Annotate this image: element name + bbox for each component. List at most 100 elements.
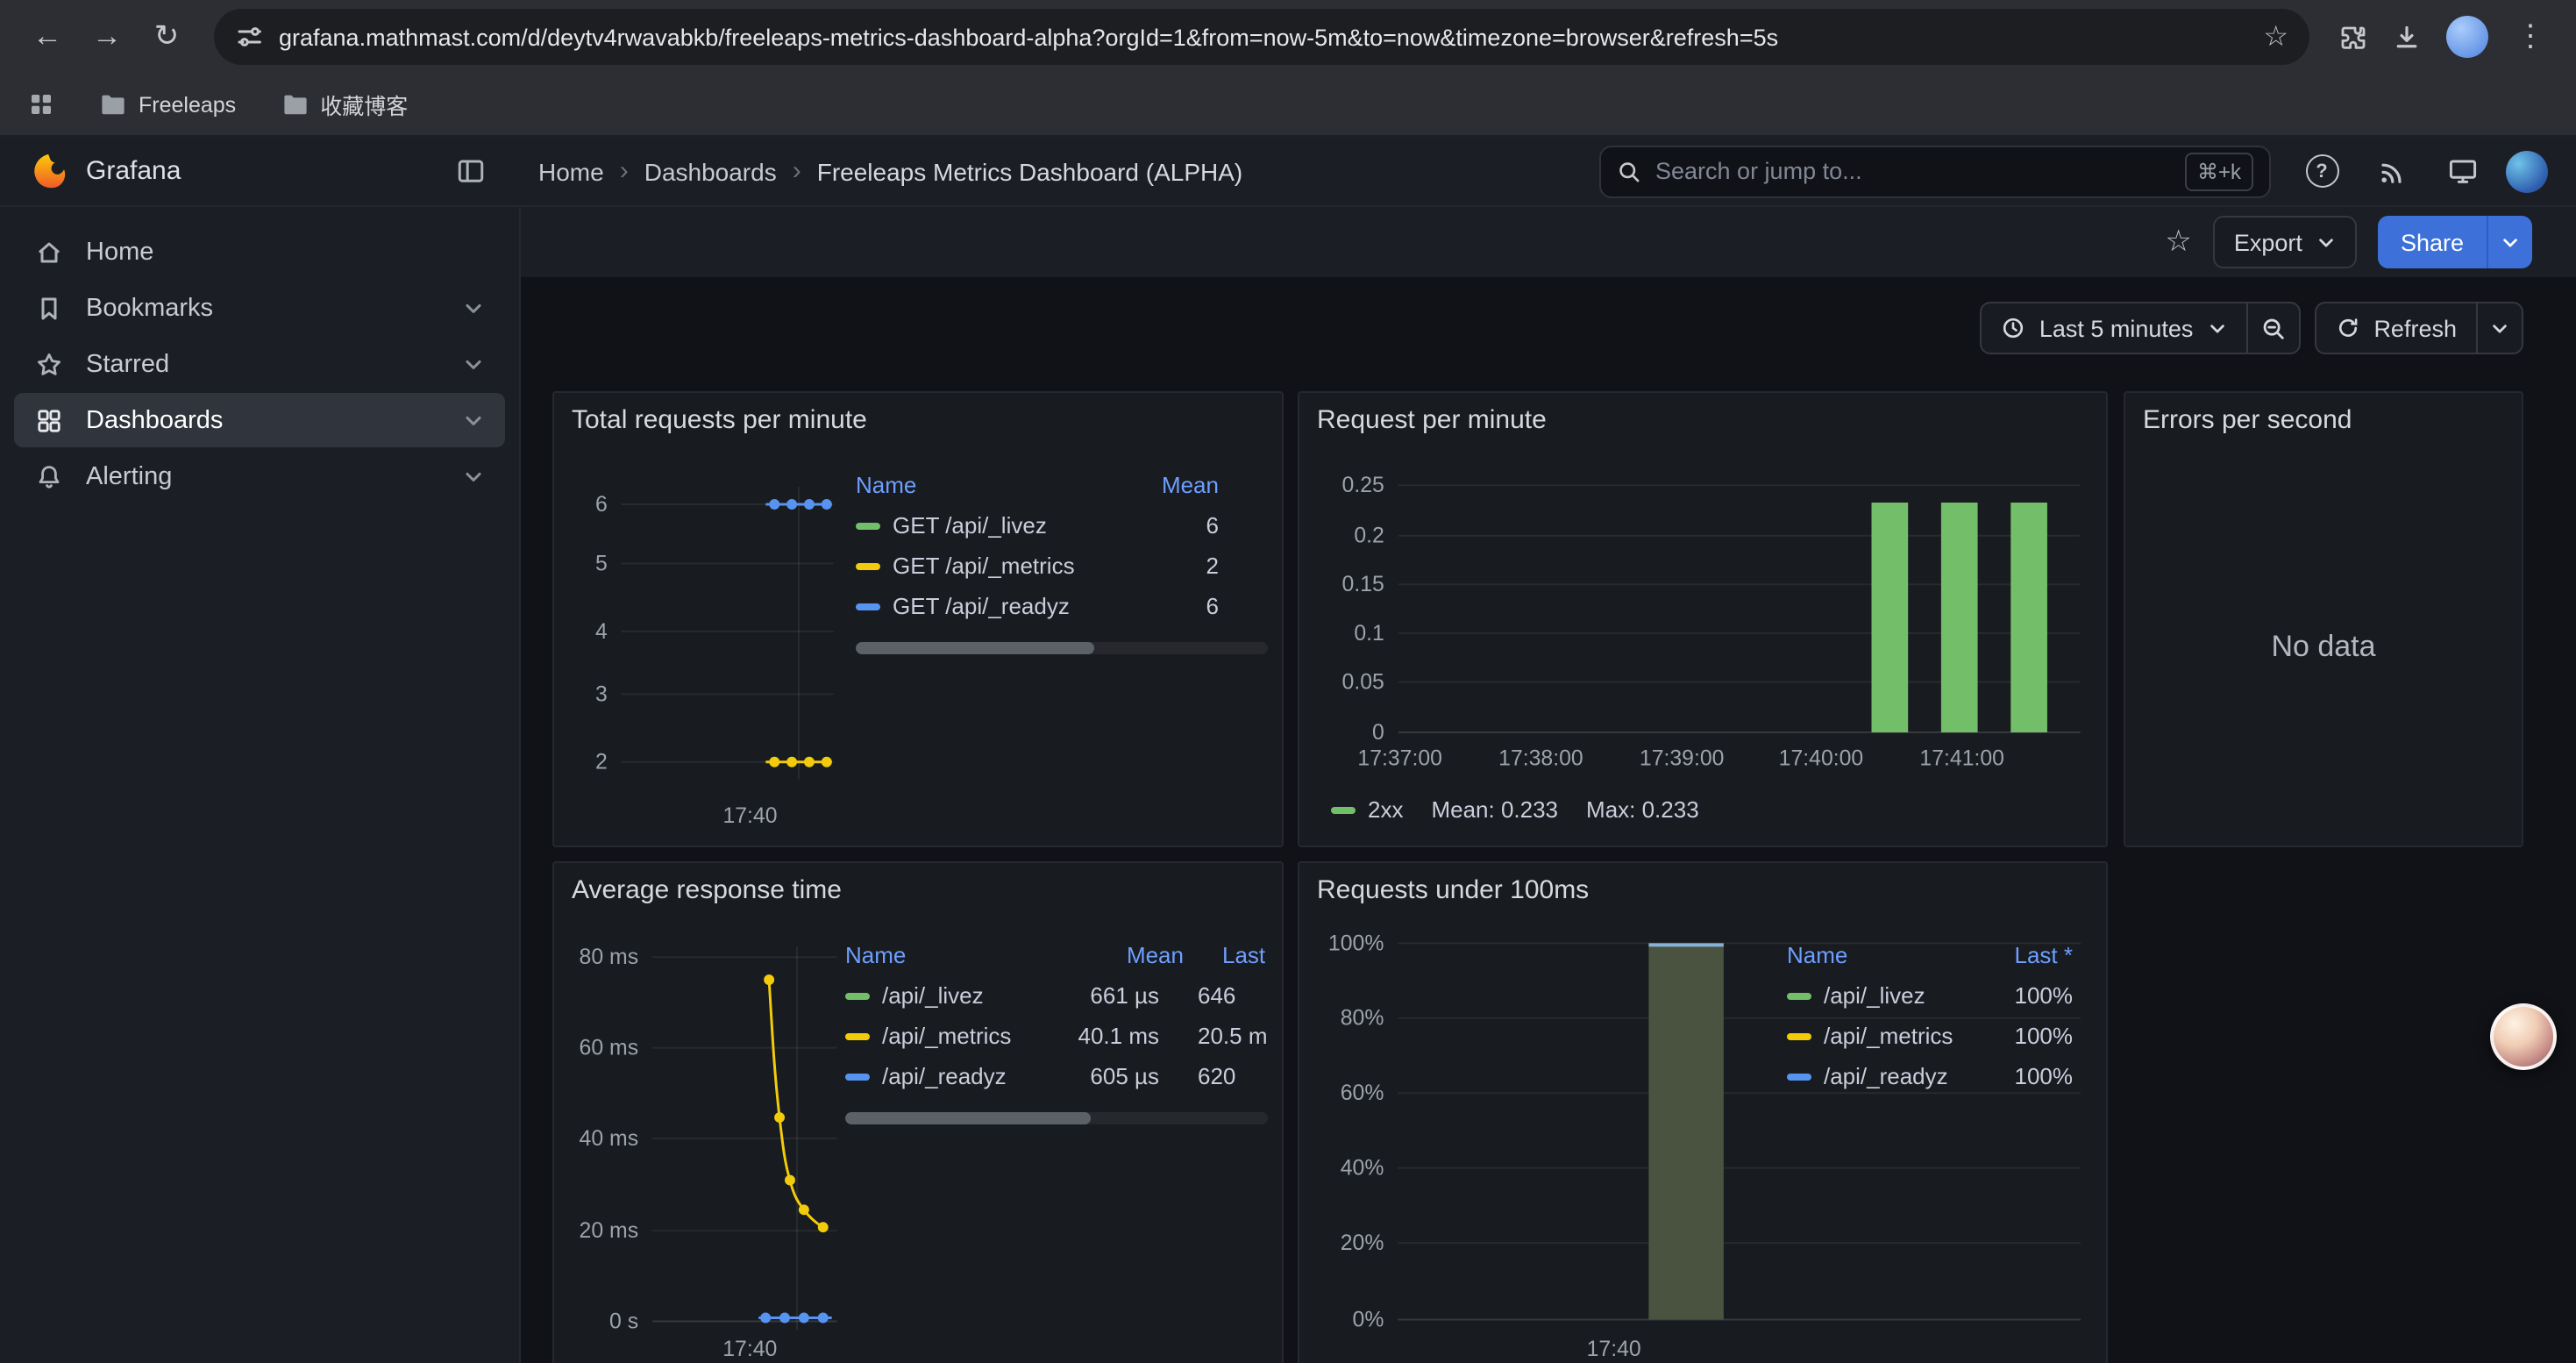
time-range-picker[interactable]: Last 5 minutes xyxy=(1980,302,2248,354)
series-name[interactable]: 2xx xyxy=(1368,796,1403,823)
panel-average-response-time: Average response time 80 ms 60 ms 40 ms … xyxy=(552,861,1284,1363)
legend-header: Name Mean xyxy=(856,463,1268,505)
y-tick-label: 0 s xyxy=(609,1309,638,1333)
reload-button[interactable]: ↻ xyxy=(140,11,193,63)
forward-button[interactable]: → xyxy=(81,11,133,63)
series-name[interactable]: /api/_readyz xyxy=(1824,1063,1996,1089)
series-name[interactable]: GET /api/_metrics xyxy=(893,553,1149,579)
profile-avatar[interactable] xyxy=(2446,16,2488,58)
bookmark-label: Freeleaps xyxy=(139,92,236,117)
y-tick-label: 6 xyxy=(595,493,608,517)
back-button[interactable]: ← xyxy=(21,11,74,63)
legend-col-mean[interactable]: Mean xyxy=(1099,941,1184,967)
sidebar: Home Bookmarks Starred xyxy=(0,207,521,1363)
series-color-dash xyxy=(856,562,880,569)
y-tick-label: 20 ms xyxy=(580,1219,639,1243)
legend-col-last[interactable]: Last * xyxy=(1222,941,1268,967)
site-info-icon[interactable] xyxy=(235,23,263,51)
panel-total-requests: Total requests per minute 6 5 4 3 2 17:4… xyxy=(552,391,1284,847)
series-name[interactable]: /api/_metrics xyxy=(882,1023,1075,1049)
menu-kebab-icon[interactable]: ⋮ xyxy=(2513,11,2548,63)
bookmark-star-icon[interactable]: ☆ xyxy=(2263,19,2288,54)
series-last: 100% xyxy=(1996,1063,2073,1089)
share-button[interactable]: Share xyxy=(2378,216,2487,268)
bookmarks-bar: Freeleaps 收藏博客 xyxy=(0,74,2576,137)
news-rss-icon[interactable] xyxy=(2366,145,2418,197)
grafana-brand[interactable]: Grafana xyxy=(28,151,456,191)
dashboards-grid-icon xyxy=(35,406,63,434)
chevron-down-icon[interactable] xyxy=(463,297,484,318)
legend-row[interactable]: /api/_livez 661 µs 646 xyxy=(845,975,1268,1016)
legend-row[interactable]: /api/_readyz 100% xyxy=(1787,1056,2073,1096)
screen: ← → ↻ grafana.mathmast.com/d/deytv4rwava… xyxy=(0,0,2576,1363)
url-text[interactable]: grafana.mathmast.com/d/deytv4rwavabkb/fr… xyxy=(279,24,2247,50)
extensions-icon[interactable] xyxy=(2338,22,2367,52)
legend-table: Name Mean Last * /api/_livez 661 µs 646 … xyxy=(845,933,1268,1124)
series-last: 20.5 ms xyxy=(1198,1023,1268,1049)
legend-row[interactable]: /api/_livez 100% xyxy=(1787,975,2073,1016)
export-button[interactable]: Export xyxy=(2213,216,2357,268)
legend-col-mean[interactable]: Mean xyxy=(1149,471,1219,497)
search-input[interactable]: Search or jump to... ⌘+k xyxy=(1599,145,2271,197)
folder-icon xyxy=(100,93,126,116)
legend-col-name[interactable]: Name xyxy=(1787,941,1996,967)
apps-grid-icon[interactable] xyxy=(28,91,54,118)
series-last: 646 xyxy=(1198,982,1268,1009)
refresh-interval-dropdown[interactable] xyxy=(2478,302,2523,354)
export-label: Export xyxy=(2234,229,2302,255)
breadcrumb-home[interactable]: Home xyxy=(538,157,604,185)
legend-row[interactable]: /api/_metrics 100% xyxy=(1787,1016,2073,1056)
help-icon[interactable]: ? xyxy=(2295,145,2348,197)
legend-row[interactable]: GET /api/_metrics 2 xyxy=(856,546,1268,586)
sidebar-item-bookmarks[interactable]: Bookmarks xyxy=(14,281,505,335)
url-bar[interactable]: grafana.mathmast.com/d/deytv4rwavabkb/fr… xyxy=(214,9,2309,65)
scrollbar-thumb[interactable] xyxy=(845,1112,1091,1124)
sidebar-collapse-icon[interactable] xyxy=(456,156,486,186)
zoom-out-button[interactable] xyxy=(2247,302,2300,354)
series-name[interactable]: GET /api/_readyz xyxy=(893,593,1149,619)
star-icon xyxy=(35,350,63,378)
series-last: 620 xyxy=(1198,1063,1268,1089)
dashboard-toolbar: ☆ Export Share xyxy=(521,207,2576,277)
y-tick-label: 80% xyxy=(1341,1007,1384,1031)
bookmark-folder-blogs[interactable]: 收藏博客 xyxy=(281,88,408,121)
assistant-avatar-overlay[interactable] xyxy=(2490,1003,2557,1070)
sidebar-item-label: Alerting xyxy=(86,462,172,490)
sidebar-item-dashboards[interactable]: Dashboards xyxy=(14,393,505,447)
favorite-star-icon[interactable]: ☆ xyxy=(2165,225,2192,260)
bookmark-folder-freeleaps[interactable]: Freeleaps xyxy=(100,92,236,117)
legend-row[interactable]: /api/_readyz 605 µs 620 xyxy=(845,1056,1268,1096)
screen-monitor-icon[interactable] xyxy=(2436,145,2488,197)
legend-col-name[interactable]: Name xyxy=(856,471,1149,497)
toolbar-right-icons: ⋮ xyxy=(2330,11,2555,63)
chevron-down-icon xyxy=(2490,318,2509,338)
series-mean: 661 µs xyxy=(1075,982,1159,1009)
chevron-down-icon[interactable] xyxy=(463,466,484,487)
chevron-down-icon[interactable] xyxy=(463,353,484,375)
user-avatar[interactable] xyxy=(2506,150,2548,192)
series-name[interactable]: GET /api/_livez xyxy=(893,512,1149,539)
share-dropdown-button[interactable] xyxy=(2487,216,2532,268)
bell-icon xyxy=(35,462,63,490)
chevron-down-icon[interactable] xyxy=(463,410,484,431)
legend-item[interactable]: 2xx xyxy=(1331,796,1403,823)
legend-scrollbar[interactable] xyxy=(856,642,1268,654)
sidebar-item-alerting[interactable]: Alerting xyxy=(14,449,505,503)
scrollbar-thumb[interactable] xyxy=(856,642,1095,654)
sidebar-item-starred[interactable]: Starred xyxy=(14,337,505,391)
series-name[interactable]: /api/_readyz xyxy=(882,1063,1075,1089)
breadcrumb-dashboards[interactable]: Dashboards xyxy=(644,157,777,185)
legend-row[interactable]: GET /api/_livez 6 xyxy=(856,505,1268,546)
series-name[interactable]: /api/_livez xyxy=(1824,982,1996,1009)
refresh-button[interactable]: Refresh xyxy=(2314,302,2478,354)
sidebar-item-home[interactable]: Home xyxy=(14,225,505,279)
series-name[interactable]: /api/_livez xyxy=(882,982,1075,1009)
legend-col-name[interactable]: Name xyxy=(845,941,1099,967)
panel-title[interactable]: Errors per second xyxy=(2143,405,2352,435)
downloads-icon[interactable] xyxy=(2392,22,2422,52)
legend-col-last[interactable]: Last * xyxy=(1996,941,2073,967)
legend-scrollbar[interactable] xyxy=(845,1112,1268,1124)
legend-row[interactable]: GET /api/_readyz 6 xyxy=(856,586,1268,626)
series-name[interactable]: /api/_metrics xyxy=(1824,1023,1996,1049)
legend-row[interactable]: /api/_metrics 40.1 ms 20.5 ms xyxy=(845,1016,1268,1056)
